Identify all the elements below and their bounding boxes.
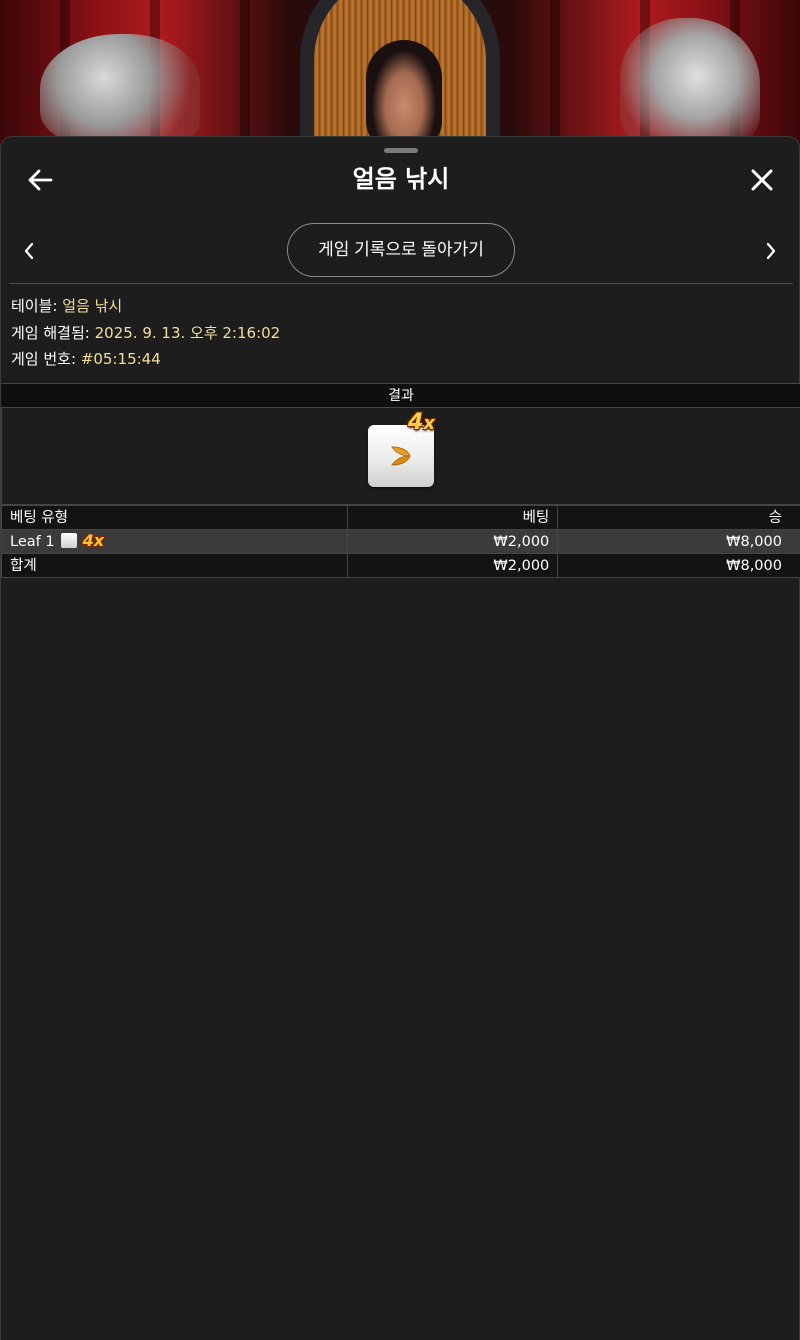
bet-amount-cell: ₩2,000 — [346, 529, 559, 554]
sheet-grabber[interactable] — [384, 148, 418, 153]
back-button[interactable] — [23, 163, 57, 197]
game-info: 테이블: 얼음 낚시 게임 해결됨: 2025. 9. 13. 오후 2:16:… — [11, 293, 280, 373]
divider — [9, 283, 793, 284]
bet-type-label: Leaf 1 — [10, 534, 55, 550]
table-header-row: 베팅 유형 베팅 승 — [1, 505, 800, 530]
sheet-header: 얼음 낚시 — [1, 155, 800, 205]
leaf-tile-icon — [60, 533, 77, 548]
next-game-button[interactable] — [759, 237, 783, 265]
resolved-info-line: 게임 해결됨: 2025. 9. 13. 오후 2:16:02 — [11, 320, 280, 347]
arrow-left-icon — [28, 169, 53, 191]
dragon-statue — [40, 34, 200, 144]
bet-type-cell: Leaf 1 4x — [1, 529, 348, 554]
column-header-bet: 베팅 — [346, 505, 559, 530]
table-value: 얼음 낚시 — [62, 297, 123, 315]
total-label: 합계 — [1, 553, 348, 578]
bet-multiplier-x: x — [93, 531, 105, 550]
previous-game-button[interactable] — [17, 237, 41, 265]
leaf-icon — [391, 446, 411, 466]
back-to-history-button[interactable]: 게임 기록으로 돌아가기 — [287, 223, 515, 277]
result-header: 결과 — [1, 383, 800, 408]
multiplier-number: 4 — [408, 410, 424, 435]
bet-multiplier: 4x — [83, 530, 104, 552]
total-win: ₩8,000 — [557, 553, 800, 578]
total-bet: ₩2,000 — [346, 553, 559, 578]
game-detail-sheet: 얼음 낚시 게임 기록으로 돌아가기 테이블: 얼음 낚시 게임 해결됨: 20 — [0, 136, 800, 1340]
bet-multiplier-number: 4 — [82, 531, 94, 550]
game-number-value: #05:15:44 — [80, 350, 161, 368]
total-row: 합계 ₩2,000 ₩8,000 — [1, 553, 800, 578]
table-row: Leaf 1 4x ₩2,000 ₩8,000 — [1, 529, 800, 554]
game-navigation: 게임 기록으로 돌아가기 — [1, 223, 800, 279]
page-title: 얼음 낚시 — [352, 165, 450, 193]
result-section: 결과 4x 베팅 유형 베팅 승 Leaf 1 4x ₩2,000 ₩8,000… — [1, 383, 800, 578]
close-button[interactable] — [745, 163, 779, 197]
game-number-line: 게임 번호: #05:15:44 — [11, 346, 280, 373]
bets-table: 베팅 유형 베팅 승 Leaf 1 4x ₩2,000 ₩8,000 합계 ₩2,… — [1, 505, 800, 578]
column-header-win: 승 — [557, 505, 800, 530]
multiplier-badge: 4x — [408, 411, 435, 436]
resolved-label: 게임 해결됨: — [11, 323, 90, 342]
tiger-statue — [620, 18, 760, 148]
resolved-value: 2025. 9. 13. 오후 2:16:02 — [94, 323, 281, 342]
column-header-bet-type: 베팅 유형 — [1, 505, 348, 530]
result-display: 4x — [1, 408, 800, 505]
win-amount-cell: ₩8,000 — [557, 529, 800, 554]
game-number-label: 게임 번호: — [11, 350, 77, 368]
table-info-line: 테이블: 얼음 낚시 — [11, 293, 280, 320]
multiplier-x: x — [423, 413, 435, 434]
close-icon — [751, 169, 773, 191]
table-label: 테이블: — [11, 297, 58, 315]
chevron-left-icon — [24, 242, 34, 260]
dealer — [366, 40, 442, 150]
chevron-right-icon — [766, 242, 776, 260]
